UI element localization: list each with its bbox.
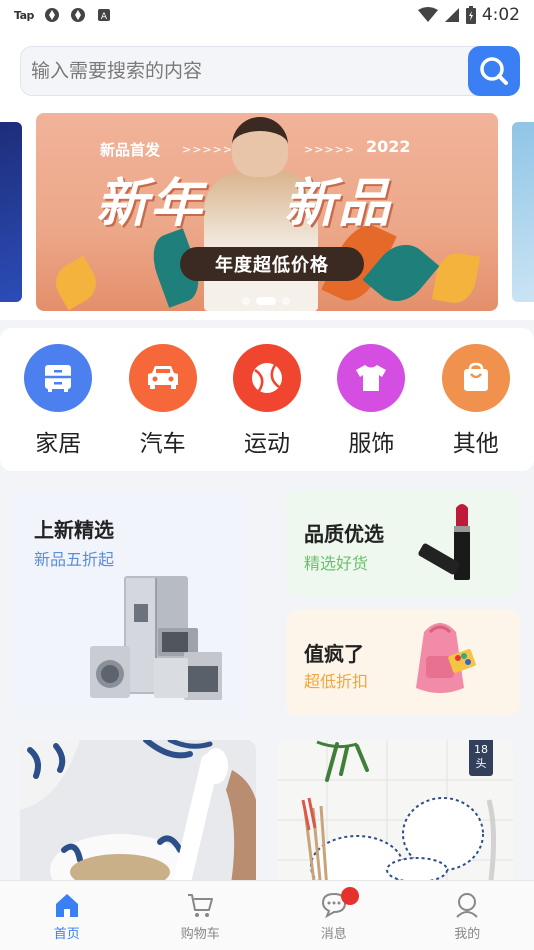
banner-pill: 年度超低价格 bbox=[180, 247, 364, 281]
product-badge: 18头 bbox=[469, 740, 493, 776]
feature-title: 值疯了 bbox=[304, 642, 364, 666]
product-card[interactable] bbox=[20, 740, 256, 890]
appliances-image bbox=[90, 576, 222, 700]
carousel-dots bbox=[242, 297, 290, 305]
signal-icon bbox=[444, 8, 459, 22]
cart-icon bbox=[188, 894, 214, 917]
tshirt-icon bbox=[337, 344, 406, 412]
feature-title: 品质优选 bbox=[304, 522, 384, 546]
category-label: 服饰 bbox=[348, 431, 395, 457]
banner-headline: 新年 bbox=[96, 173, 205, 234]
banner-prev-slide[interactable] bbox=[0, 122, 22, 302]
category-label: 运动 bbox=[243, 431, 290, 457]
tab-label: 首页 bbox=[53, 927, 80, 942]
tab-label: 购物车 bbox=[180, 927, 220, 942]
backpack-image bbox=[416, 623, 476, 693]
battery-icon bbox=[465, 6, 476, 24]
category-grid: 家居 汽车 运动 服饰 其他 bbox=[0, 328, 534, 471]
feature-subtitle: 超低折扣 bbox=[304, 672, 369, 691]
home-icon bbox=[55, 894, 78, 917]
search-field[interactable] bbox=[20, 46, 498, 96]
feature-title: 上新精选 bbox=[34, 518, 114, 542]
sync-icon bbox=[70, 8, 85, 22]
banner-carousel[interactable]: 新品首发 >>>>> >>>>> 2022 新年 新品 年度超低价格 bbox=[0, 110, 534, 320]
bowl-image bbox=[20, 740, 256, 890]
tab-profile[interactable]: 我的 bbox=[401, 881, 534, 950]
banner-arrows: >>>>> bbox=[304, 143, 356, 156]
search-icon bbox=[480, 57, 508, 85]
search-button[interactable] bbox=[468, 46, 520, 96]
banner-next-slide[interactable] bbox=[512, 122, 534, 302]
category-sport[interactable]: 运动 bbox=[224, 344, 310, 471]
banner-slide[interactable]: 新品首发 >>>>> >>>>> 2022 新年 新品 年度超低价格 bbox=[36, 113, 498, 311]
leaf-decoration bbox=[431, 249, 481, 307]
status-bar: Tap A 4:02 bbox=[0, 0, 534, 30]
tap-icon: Tap bbox=[14, 8, 34, 22]
carousel-dot[interactable] bbox=[282, 297, 290, 305]
category-other[interactable]: 其他 bbox=[433, 344, 519, 471]
a-icon: A bbox=[97, 9, 110, 22]
carousel-dot[interactable] bbox=[242, 297, 250, 305]
tab-messages[interactable]: 消息 bbox=[267, 881, 401, 950]
bottom-tab-bar: 首页 购物车 消息 我的 bbox=[0, 880, 534, 950]
feature-card-new[interactable]: 上新精选 新品五折起 bbox=[14, 490, 250, 718]
banner-headline: 新品 bbox=[284, 173, 393, 234]
bag-icon bbox=[441, 344, 510, 412]
category-label: 其他 bbox=[452, 431, 499, 457]
feature-card-deals[interactable]: 值疯了 超低折扣 bbox=[286, 610, 520, 716]
car-icon bbox=[128, 344, 197, 412]
status-time: 4:02 bbox=[481, 5, 520, 25]
feature-subtitle: 新品五折起 bbox=[34, 550, 115, 569]
tab-label: 我的 bbox=[454, 927, 481, 942]
leaf-decoration bbox=[48, 255, 104, 311]
category-label: 家居 bbox=[35, 431, 82, 457]
tab-label: 消息 bbox=[320, 927, 347, 942]
user-icon bbox=[456, 893, 478, 918]
tab-home[interactable]: 首页 bbox=[0, 881, 134, 950]
search-bar bbox=[0, 30, 534, 110]
model-head bbox=[232, 117, 288, 177]
category-home[interactable]: 家居 bbox=[15, 344, 101, 471]
banner-arrows: >>>>> bbox=[182, 143, 234, 156]
category-car[interactable]: 汽车 bbox=[120, 344, 206, 471]
tab-cart[interactable]: 购物车 bbox=[134, 881, 268, 950]
carousel-dot-active[interactable] bbox=[256, 297, 276, 305]
product-card[interactable]: 18头 bbox=[277, 740, 513, 890]
feature-subtitle: 精选好货 bbox=[304, 554, 369, 573]
banner-year: 2022 bbox=[366, 137, 411, 156]
banner-tag: 新品首发 bbox=[100, 141, 161, 159]
category-label: 汽车 bbox=[139, 431, 186, 457]
category-clothing[interactable]: 服饰 bbox=[328, 344, 414, 471]
lipstick-image bbox=[418, 504, 470, 580]
feature-card-quality[interactable]: 品质优选 精选好货 bbox=[286, 490, 520, 596]
search-input[interactable] bbox=[31, 60, 451, 82]
svg-text:A: A bbox=[101, 12, 108, 22]
sync-icon bbox=[44, 8, 59, 22]
cabinet-icon bbox=[24, 344, 93, 412]
ball-icon bbox=[232, 344, 301, 412]
wifi-icon bbox=[417, 7, 438, 22]
notification-badge bbox=[341, 887, 359, 905]
